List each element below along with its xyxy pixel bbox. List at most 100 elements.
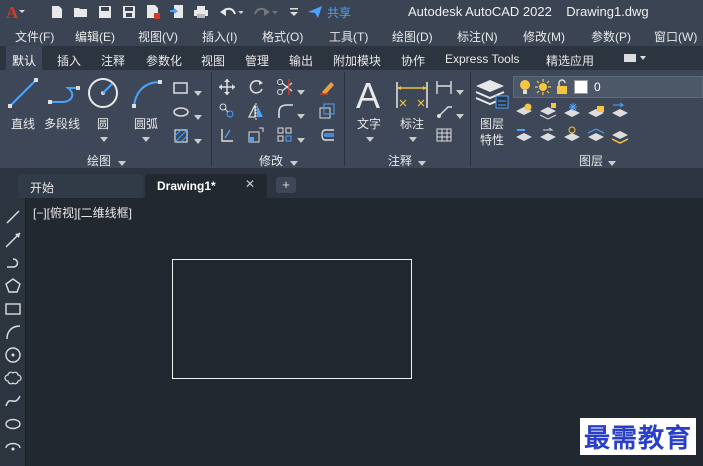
tab-default[interactable]: 默认 — [6, 46, 43, 70]
menu-format[interactable]: 格式(O) — [262, 28, 303, 45]
drawing-canvas[interactable]: [−][俯视][二维线框] 最需教育 — [27, 198, 703, 466]
layer-thaw-icon[interactable] — [535, 79, 551, 95]
layer-properties-label-line1[interactable]: 图层 — [480, 115, 504, 132]
layer-copy-icon[interactable] — [587, 126, 605, 144]
toolbar-spline-icon[interactable] — [4, 392, 22, 410]
dimension-dropdown-icon[interactable] — [409, 132, 417, 142]
menu-window[interactable]: 窗口(W) — [654, 28, 697, 45]
tab-parametric[interactable]: 参数化 — [146, 52, 182, 69]
modify-panel-expand-icon[interactable] — [290, 156, 298, 166]
offset-icon[interactable] — [318, 126, 336, 144]
modify-panel-title[interactable]: 修改 — [259, 152, 283, 169]
layer-freeze-icon[interactable] — [563, 102, 581, 120]
new-tab-button[interactable]: + — [276, 177, 296, 193]
annotation-panel-expand-icon[interactable] — [418, 156, 426, 166]
menu-parametric[interactable]: 参数(P) — [591, 28, 631, 45]
layer-match-icon[interactable] — [515, 126, 533, 144]
customize-dropdown-icon[interactable] — [285, 3, 303, 21]
scale-icon[interactable] — [247, 126, 265, 144]
new-icon[interactable] — [48, 3, 66, 21]
linear-dimension-icon[interactable] — [435, 78, 453, 96]
toolbar-construction-line-icon[interactable] — [4, 231, 22, 249]
layer-unlock-icon[interactable] — [554, 79, 570, 95]
trim-dropdown-icon[interactable] — [297, 85, 305, 95]
annotation-panel-title[interactable]: 注释 — [388, 152, 412, 169]
erase-icon[interactable] — [318, 78, 336, 96]
toolbar-polyline-icon[interactable] — [4, 254, 22, 272]
ellipse-icon[interactable] — [172, 103, 190, 121]
dimension-label[interactable]: 标注 — [400, 115, 424, 132]
tab-manage[interactable]: 管理 — [245, 52, 269, 69]
tab-addins[interactable]: 附加模块 — [333, 52, 381, 69]
menu-draw[interactable]: 绘图(D) — [392, 28, 433, 45]
menu-file[interactable]: 文件(F) — [15, 28, 54, 45]
layer-previous-icon[interactable] — [539, 126, 557, 144]
polyline-label[interactable]: 多段线 — [44, 115, 80, 132]
ellipse-dropdown-icon[interactable] — [194, 110, 202, 120]
hatch-dropdown-icon[interactable] — [194, 134, 202, 144]
menu-tools[interactable]: 工具(T) — [329, 28, 368, 45]
trim-icon[interactable] — [276, 78, 294, 96]
polyline-icon[interactable] — [46, 80, 82, 110]
line-label[interactable]: 直线 — [11, 115, 35, 132]
tab-output[interactable]: 输出 — [289, 52, 313, 69]
fillet-dropdown-icon[interactable] — [297, 109, 305, 119]
start-tab[interactable]: 开始 — [18, 174, 143, 198]
array-dropdown-icon[interactable] — [297, 133, 305, 143]
text-dropdown-icon[interactable] — [366, 132, 374, 142]
layer-walk-icon[interactable] — [611, 126, 629, 144]
save-icon[interactable] — [96, 3, 114, 21]
fillet-icon[interactable] — [276, 102, 294, 120]
explode-icon[interactable] — [318, 102, 336, 120]
close-tab-icon[interactable]: ✕ — [245, 177, 255, 191]
undo-icon[interactable] — [218, 3, 244, 21]
layer-properties-icon[interactable] — [474, 76, 510, 112]
line-icon[interactable] — [6, 76, 40, 110]
toolbar-line-icon[interactable] — [4, 208, 22, 226]
toolbar-arc-icon[interactable] — [4, 323, 22, 341]
arc-dropdown-icon[interactable] — [142, 132, 150, 142]
open-icon[interactable] — [72, 3, 90, 21]
tab-annotate[interactable]: 注释 — [101, 52, 125, 69]
leader-icon[interactable] — [435, 102, 453, 120]
rectangle-icon[interactable] — [172, 79, 190, 97]
cloud-save-icon[interactable] — [144, 3, 162, 21]
toolbar-ellipse-icon[interactable] — [4, 415, 22, 433]
share-icon[interactable] — [306, 3, 324, 21]
tab-featured-apps[interactable]: 精选应用 — [546, 52, 594, 69]
toolbar-rectangle-icon[interactable] — [4, 300, 22, 318]
redo-icon[interactable] — [252, 3, 278, 21]
circle-dropdown-icon[interactable] — [100, 132, 108, 142]
layer-dropdown[interactable]: 0 — [513, 76, 703, 98]
stretch-icon[interactable] — [218, 126, 236, 144]
dimension-icon[interactable] — [394, 78, 430, 112]
layers-panel-title[interactable]: 图层 — [579, 152, 603, 169]
layer-on-icon[interactable] — [517, 79, 533, 95]
import-icon[interactable] — [168, 3, 186, 21]
share-label[interactable]: 共享 — [327, 4, 351, 21]
layer-lock-icon[interactable] — [587, 102, 605, 120]
mirror-icon[interactable] — [247, 102, 265, 120]
tab-insert[interactable]: 插入 — [57, 52, 81, 69]
toolbar-revcloud-icon[interactable] — [4, 369, 22, 387]
text-icon[interactable]: A — [352, 75, 388, 116]
circle-icon[interactable] — [86, 76, 120, 110]
tab-collaborate[interactable]: 协作 — [401, 52, 425, 69]
autocad-logo-icon[interactable]: A — [4, 3, 26, 21]
copy-icon[interactable] — [218, 102, 236, 120]
array-icon[interactable] — [276, 126, 294, 144]
layers-panel-expand-icon[interactable] — [608, 156, 616, 166]
rotate-icon[interactable] — [247, 78, 265, 96]
menu-edit[interactable]: 编辑(E) — [75, 28, 115, 45]
toolbar-polygon-icon[interactable] — [4, 277, 22, 295]
layer-isolate-icon[interactable] — [539, 102, 557, 120]
ribbon-options-button[interactable] — [622, 51, 650, 65]
layer-off-icon[interactable] — [515, 102, 533, 120]
toolbar-ellipse-arc-icon[interactable] — [4, 438, 22, 456]
viewport-controls-label[interactable]: [−][俯视][二维线框] — [33, 204, 132, 221]
arc-icon[interactable] — [130, 78, 164, 110]
linear-dimension-dropdown-icon[interactable] — [456, 85, 464, 95]
layer-unisolate-icon[interactable] — [563, 126, 581, 144]
table-icon[interactable] — [435, 126, 453, 144]
rectangle-dropdown-icon[interactable] — [194, 86, 202, 96]
